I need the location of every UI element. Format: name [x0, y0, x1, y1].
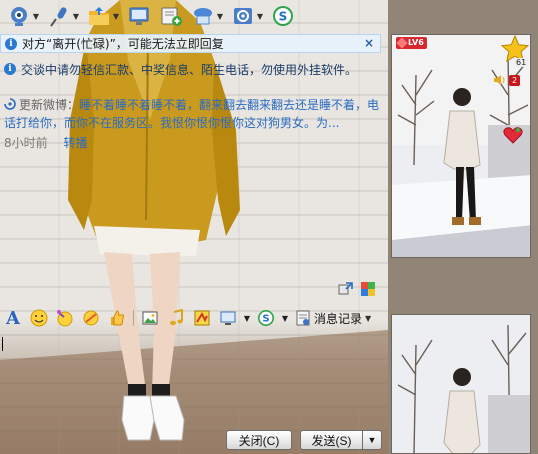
close-button[interactable]: 关闭(C)	[226, 430, 292, 450]
chevron-down-icon[interactable]: ▼	[365, 314, 371, 323]
chat-toolbar: ▼ ▼ ▼ ▼ ▼ S	[0, 0, 388, 32]
history-icon	[296, 310, 310, 326]
font-icon[interactable]: A	[2, 307, 24, 329]
message-count-badge[interactable]: 2	[509, 75, 521, 86]
app-s-button[interactable]: S	[268, 2, 298, 30]
chat-panel: ▼ ▼ ▼ ▼ ▼ S i 对方“离开(忙碌)”，可能无法立即回复 × i 交谈…	[0, 0, 388, 454]
speaker-icon[interactable]	[493, 73, 507, 87]
music-icon[interactable]	[165, 307, 187, 329]
info-icon: i	[4, 63, 16, 75]
status-update: 更新微博：睡不着睡不着睡不着，翻来翻去翻来翻去还是睡不着，电话打给你，而你不在服…	[4, 96, 380, 152]
chevron-down-icon[interactable]: ▼	[281, 307, 289, 329]
create-group-icon	[158, 4, 184, 28]
away-notice-bar: i 对方“离开(忙碌)”，可能无法立即回复 ×	[0, 34, 381, 53]
snow-scene-image	[392, 35, 530, 257]
star-count: 61	[514, 58, 529, 67]
switch-mode-icon[interactable]	[338, 281, 354, 297]
thumbs-up-icon[interactable]	[106, 307, 128, 329]
status-update-body: 更新微博：睡不着睡不着睡不着，翻来翻去翻来翻去还是睡不着，电话打给你，而你不在服…	[4, 96, 380, 132]
separator	[133, 310, 134, 326]
snow-scene-image	[392, 315, 530, 453]
remote-desktop-icon	[126, 4, 152, 28]
remote-desktop-button[interactable]	[124, 2, 154, 30]
status-update-time: 8小时前	[4, 136, 48, 150]
nudge-icon[interactable]	[80, 307, 102, 329]
send-options-button[interactable]: ▼	[362, 430, 382, 450]
settings-button[interactable]: ▼	[228, 2, 266, 30]
svg-text:S: S	[262, 314, 269, 325]
info-icon: i	[5, 37, 17, 50]
settings-icon	[230, 4, 256, 28]
profile-avatar-photo[interactable]	[391, 314, 531, 454]
color-grid-icon[interactable]	[360, 281, 376, 297]
format-toolbar: A ▼ S ▼ 消息记录 ▼	[0, 305, 388, 331]
chevron-down-icon[interactable]: ▼	[216, 4, 224, 28]
video-call-button[interactable]: ▼	[4, 2, 42, 30]
chevron-down-icon[interactable]: ▼	[112, 4, 120, 28]
message-history-label: 消息记录	[314, 311, 363, 326]
app-launcher-button[interactable]: ▼	[188, 2, 226, 30]
send-file-button[interactable]: ▼	[84, 2, 122, 30]
level-badge[interactable]: LV6	[396, 37, 427, 49]
svg-text:S: S	[279, 10, 288, 24]
send-file-icon	[86, 4, 112, 28]
forward-link[interactable]: 转播	[63, 136, 87, 150]
text-caret	[2, 337, 3, 351]
graffiti-icon[interactable]	[191, 307, 213, 329]
security-notice: i 交谈中请勿轻信汇款、中奖信息、陌生电话，勿使用外挂软件。	[4, 60, 357, 78]
weibo-icon	[4, 98, 16, 110]
chevron-down-icon[interactable]: ▼	[32, 4, 40, 28]
app-s-icon: S	[270, 4, 296, 28]
app-s-icon[interactable]: S	[255, 307, 277, 329]
profile-show-photo[interactable]	[391, 34, 531, 258]
screen-capture-icon[interactable]	[217, 307, 239, 329]
message-input[interactable]	[0, 333, 388, 425]
close-icon[interactable]: ×	[364, 36, 374, 50]
away-notice-text: 对方“离开(忙碌)”，可能无法立即回复	[22, 37, 224, 51]
create-group-button[interactable]	[156, 2, 186, 30]
video-call-icon	[6, 4, 32, 28]
emoji-icon[interactable]	[28, 307, 50, 329]
window-extra-icons	[338, 281, 376, 297]
chevron-down-icon[interactable]: ▼	[72, 4, 80, 28]
app-launcher-icon	[190, 4, 216, 28]
send-button[interactable]: 发送(S)	[300, 430, 362, 450]
status-update-meta: 8小时前 转播	[4, 134, 380, 152]
heart-icon[interactable]	[503, 126, 523, 144]
chevron-down-icon[interactable]: ▼	[243, 307, 251, 329]
chevron-down-icon[interactable]: ▼	[256, 4, 264, 28]
security-notice-text: 交谈中请勿轻信汇款、中奖信息、陌生电话，勿使用外挂软件。	[21, 62, 358, 77]
status-update-label: 更新微博：	[19, 98, 80, 112]
image-icon[interactable]	[139, 307, 161, 329]
profile-sidebar	[388, 0, 538, 454]
magic-emoji-icon[interactable]	[54, 307, 76, 329]
voice-call-icon	[46, 4, 72, 28]
message-history-button[interactable]: 消息记录 ▼	[295, 310, 371, 327]
voice-call-button[interactable]: ▼	[44, 2, 82, 30]
